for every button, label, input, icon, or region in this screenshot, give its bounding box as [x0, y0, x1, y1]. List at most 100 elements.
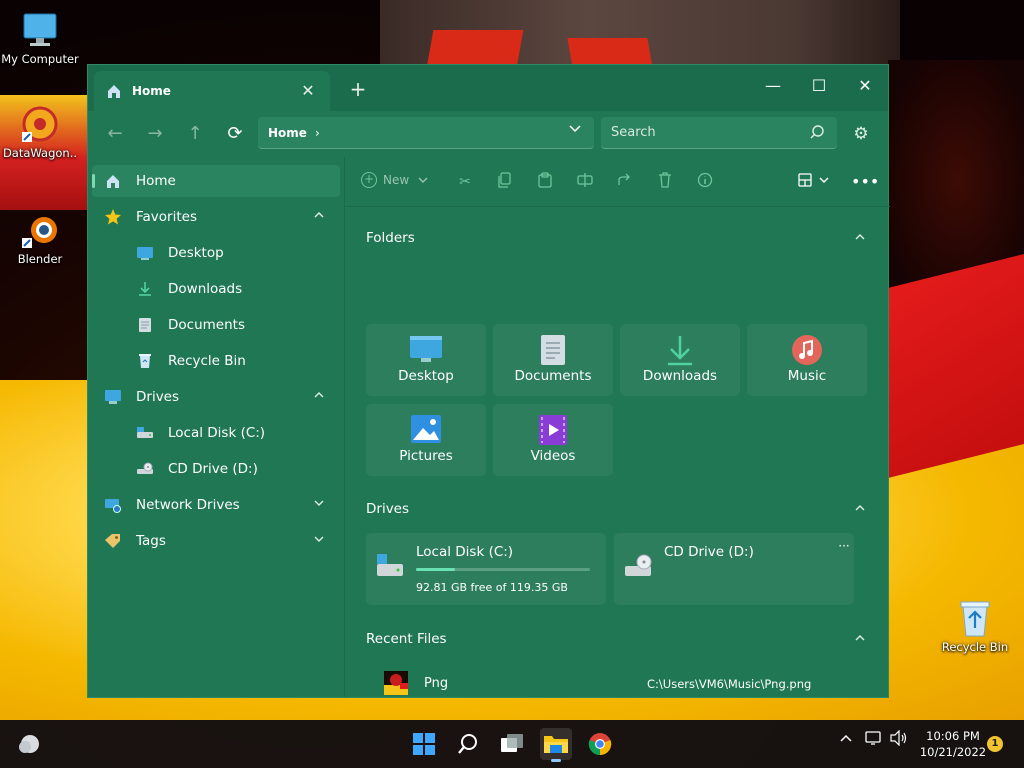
folder-tile-downloads[interactable]: Downloads [620, 324, 740, 396]
sidebar-item-label: Drives [136, 389, 180, 405]
desktop-icon-blender[interactable]: Blender [0, 210, 80, 266]
settings-gear-icon[interactable]: ⚙ [850, 123, 872, 145]
volume-icon[interactable] [889, 729, 909, 754]
sidebar-item-label: Documents [168, 317, 245, 333]
search-icon[interactable] [452, 728, 484, 760]
task-view-icon[interactable] [496, 728, 528, 760]
chevron-up-icon[interactable] [853, 231, 867, 245]
desktop-icon-my-computer[interactable]: My Computer [0, 10, 80, 66]
drive-card-cd-drive[interactable]: CD Drive (D:) ··· [614, 533, 854, 605]
forward-button[interactable]: → [142, 121, 168, 147]
document-icon [536, 334, 570, 366]
clock-date: 10/21/2022 [919, 745, 987, 759]
recent-file-path: C:\Users\VM6\Music\Png.png [647, 677, 812, 691]
refresh-button[interactable]: ⟳ [222, 121, 248, 147]
folder-tile-pictures[interactable]: Pictures [366, 404, 486, 476]
sidebar-item-documents[interactable]: Documents [92, 309, 340, 341]
document-icon [136, 316, 154, 334]
sidebar-item-recycle-bin[interactable]: Recycle Bin [92, 345, 340, 377]
sidebar-item-label: Network Drives [136, 497, 240, 513]
info-icon[interactable] [695, 172, 715, 192]
folder-tile-desktop[interactable]: Desktop [366, 324, 486, 396]
chevron-down-icon[interactable] [312, 533, 326, 547]
drive-card-local-disk[interactable]: Local Disk (C:) 92.81 GB free of 119.35 … [366, 533, 606, 605]
network-icon[interactable] [864, 730, 884, 754]
search-placeholder: Search [611, 125, 656, 140]
weather-widget-icon[interactable] [14, 728, 46, 760]
chevron-up-icon[interactable] [312, 209, 326, 223]
home-icon [104, 172, 122, 190]
new-tab-button[interactable]: + [346, 77, 370, 101]
sidebar-item-drives[interactable]: Drives [92, 381, 340, 413]
more-options-icon[interactable]: ••• [851, 172, 879, 192]
sidebar-item-favorites[interactable]: Favorites [92, 201, 340, 233]
share-icon[interactable] [615, 172, 635, 192]
cd-drive-icon [136, 460, 154, 478]
paste-icon[interactable] [535, 172, 555, 192]
folder-tile-videos[interactable]: Videos [493, 404, 613, 476]
delete-icon[interactable] [655, 172, 675, 192]
breadcrumb-home[interactable]: Home [268, 126, 307, 140]
drive-free-space: 92.81 GB free of 119.35 GB [416, 581, 568, 594]
sidebar-item-desktop[interactable]: Desktop [92, 237, 340, 269]
back-button[interactable]: ← [102, 121, 128, 147]
sidebar-item-network-drives[interactable]: Network Drives [92, 489, 340, 521]
tab-title: Home [132, 84, 171, 98]
close-button[interactable]: ✕ [842, 71, 888, 101]
breadcrumb-chevron-icon: › [314, 125, 320, 140]
address-bar[interactable]: Home › [258, 117, 594, 149]
blender-icon [20, 210, 60, 250]
folder-tile-music[interactable]: Music [747, 324, 867, 396]
sidebar-item-label: Recycle Bin [168, 353, 246, 369]
command-bar: + New ✂ ••• [345, 157, 890, 207]
desktop-icon-recycle-bin[interactable]: Recycle Bin [935, 598, 1015, 654]
search-box[interactable]: Search [601, 117, 837, 149]
copy-icon[interactable] [495, 172, 515, 192]
wallpaper-flag [880, 250, 1024, 480]
recent-file-row[interactable]: Png C:\Users\VM6\Music\Png.png [366, 669, 866, 701]
wallpaper-shape [426, 30, 524, 68]
chevron-up-icon[interactable] [853, 632, 867, 646]
drive-name: CD Drive (D:) [664, 544, 754, 560]
address-dropdown-icon[interactable] [568, 122, 582, 140]
drive-more-options-icon[interactable]: ··· [834, 539, 854, 555]
notification-badge[interactable]: 1 [987, 736, 1003, 752]
maximize-button[interactable]: ☐ [796, 71, 842, 101]
desktop-icon-datawagon[interactable]: DataWagon.. [0, 104, 80, 160]
tab-close-button[interactable]: ✕ [298, 81, 318, 101]
folder-tile-label: Videos [530, 448, 576, 464]
up-button[interactable]: ↑ [182, 121, 208, 147]
show-hidden-icons-chevron-icon[interactable] [836, 730, 856, 754]
sidebar: Home Favorites Desktop Downloads Documen… [88, 157, 344, 697]
folder-tile-documents[interactable]: Documents [493, 324, 613, 396]
search-icon[interactable] [809, 124, 825, 140]
network-drive-icon [104, 496, 122, 514]
system-clock[interactable]: 10:06 PM 10/21/2022 [918, 728, 988, 760]
chevron-down-icon [418, 177, 428, 183]
tag-icon [104, 532, 122, 550]
chevron-up-icon[interactable] [853, 502, 867, 516]
sidebar-item-tags[interactable]: Tags [92, 525, 340, 557]
desktop-icon-label: Blender [17, 252, 63, 266]
cut-icon[interactable]: ✂ [455, 172, 475, 192]
file-explorer-icon[interactable] [540, 728, 572, 762]
sidebar-item-cd-drive[interactable]: CD Drive (D:) [92, 453, 340, 485]
chrome-icon[interactable] [584, 728, 616, 760]
rename-icon[interactable] [575, 172, 595, 192]
new-button[interactable]: + New [361, 172, 429, 188]
navigation-bar: ← → ↑ ⟳ Home › Search ⚙ [88, 111, 888, 157]
star-icon [104, 208, 122, 226]
sidebar-item-home[interactable]: Home [92, 165, 340, 197]
sidebar-item-local-disk[interactable]: Local Disk (C:) [92, 417, 340, 449]
start-button[interactable] [408, 728, 440, 760]
tab-home[interactable]: Home ✕ [94, 71, 330, 111]
minimize-button[interactable]: — [750, 71, 796, 101]
datawagon-icon [20, 104, 60, 144]
drive-usage-fill [416, 568, 455, 571]
layout-mode-button[interactable] [797, 172, 833, 192]
sidebar-item-downloads[interactable]: Downloads [92, 273, 340, 305]
download-icon [136, 280, 154, 298]
chevron-up-icon[interactable] [312, 389, 326, 403]
chevron-down-icon[interactable] [312, 497, 326, 511]
drive-name: Local Disk (C:) [416, 544, 514, 560]
